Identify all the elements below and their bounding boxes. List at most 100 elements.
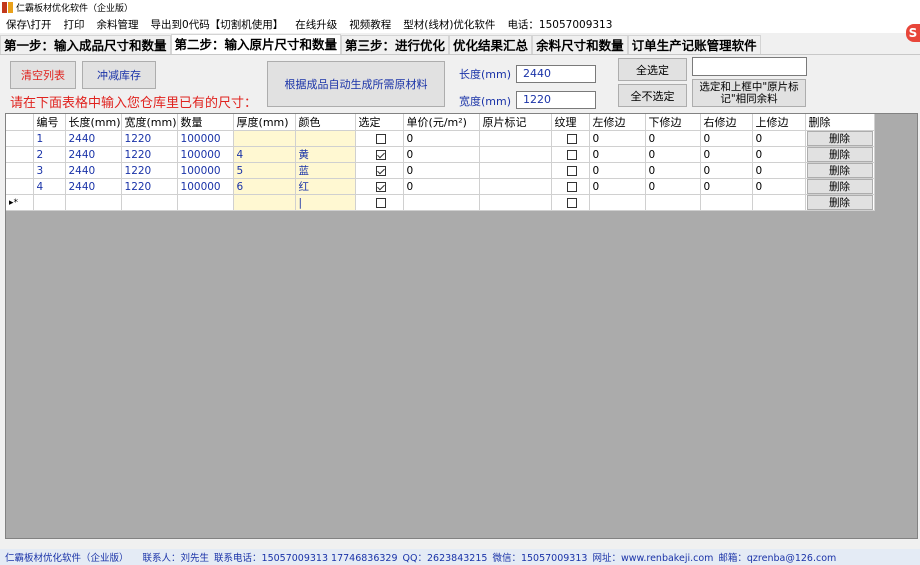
select-all-button[interactable]: 全选定 bbox=[618, 58, 687, 81]
clear-list-button[interactable]: 清空列表 bbox=[10, 61, 76, 89]
width-input[interactable]: 1220 bbox=[516, 91, 596, 109]
cell-price[interactable]: 0 bbox=[403, 178, 480, 195]
row-header[interactable] bbox=[6, 146, 34, 163]
mark-input[interactable] bbox=[692, 57, 807, 76]
row-header[interactable] bbox=[6, 162, 34, 179]
cell-color[interactable]: 红 bbox=[295, 178, 356, 195]
cell-thickness[interactable]: 5 bbox=[233, 162, 296, 179]
cell-price[interactable]: 0 bbox=[403, 130, 480, 147]
tab-leftover[interactable]: 余料尺寸和数量 bbox=[532, 35, 628, 54]
reduce-stock-button[interactable]: 冲减库存 bbox=[82, 61, 156, 89]
cell-bottom-trim[interactable] bbox=[645, 194, 701, 211]
col-header-qty[interactable]: 数量 bbox=[177, 114, 234, 131]
cell-color[interactable]: 黄 bbox=[295, 146, 356, 163]
cell-qty[interactable]: 100000 bbox=[177, 178, 234, 195]
cell-top-trim[interactable]: 0 bbox=[752, 178, 806, 195]
cell-id[interactable] bbox=[33, 194, 66, 211]
col-header-grain[interactable]: 纹理 bbox=[551, 114, 590, 131]
cell-left-trim[interactable]: 0 bbox=[589, 146, 646, 163]
cell-bottom-trim[interactable]: 0 bbox=[645, 146, 701, 163]
col-header-selected[interactable]: 选定 bbox=[355, 114, 404, 131]
status-website[interactable]: 网址：www.renbakeji.com bbox=[592, 550, 713, 564]
col-header-thickness[interactable]: 厚度(mm) bbox=[233, 114, 296, 131]
cell-bottom-trim[interactable]: 0 bbox=[645, 162, 701, 179]
cell-mark[interactable] bbox=[479, 178, 552, 195]
col-header-id[interactable]: 编号 bbox=[33, 114, 66, 131]
cell-selected[interactable] bbox=[355, 162, 404, 179]
grain-checkbox[interactable] bbox=[566, 181, 577, 192]
menu-leftover[interactable]: 余料管理 bbox=[91, 17, 145, 32]
cell-mark[interactable] bbox=[479, 130, 552, 147]
selected-checkbox[interactable] bbox=[375, 197, 386, 208]
length-input[interactable]: 2440 bbox=[516, 65, 596, 83]
col-header-top-trim[interactable]: 上修边 bbox=[752, 114, 806, 131]
cell-id[interactable]: 1 bbox=[33, 130, 66, 147]
cell-selected[interactable] bbox=[355, 130, 404, 147]
cell-left-trim[interactable] bbox=[589, 194, 646, 211]
grain-checkbox[interactable] bbox=[566, 149, 577, 160]
cell-grain[interactable] bbox=[551, 130, 590, 147]
delete-row-button[interactable]: 删除 bbox=[806, 131, 873, 146]
cell-top-trim[interactable]: 0 bbox=[752, 146, 806, 163]
cell-length[interactable] bbox=[65, 194, 122, 211]
col-header-right-trim[interactable]: 右修边 bbox=[700, 114, 753, 131]
cell-grain[interactable] bbox=[551, 194, 590, 211]
grain-checkbox[interactable] bbox=[566, 133, 577, 144]
menu-video[interactable]: 视频教程 bbox=[343, 17, 397, 32]
cell-qty[interactable]: 100000 bbox=[177, 146, 234, 163]
row-header[interactable] bbox=[6, 178, 34, 195]
col-header-bottom-trim[interactable]: 下修边 bbox=[645, 114, 701, 131]
cell-width[interactable] bbox=[121, 194, 178, 211]
tab-step1[interactable]: 第一步：输入成品尺寸和数量 bbox=[0, 35, 171, 54]
cell-right-trim[interactable]: 0 bbox=[700, 162, 753, 179]
tab-summary[interactable]: 优化结果汇总 bbox=[449, 35, 533, 54]
cell-left-trim[interactable]: 0 bbox=[589, 162, 646, 179]
tab-step2[interactable]: 第二步：输入原片尺寸和数量 bbox=[170, 34, 342, 54]
cell-grain[interactable] bbox=[551, 146, 590, 163]
cell-thickness[interactable] bbox=[233, 194, 296, 211]
cell-left-trim[interactable]: 0 bbox=[589, 130, 646, 147]
delete-row-button[interactable]: 删除 bbox=[806, 195, 873, 210]
cell-qty[interactable]: 100000 bbox=[177, 130, 234, 147]
cell-selected[interactable] bbox=[355, 194, 404, 211]
tab-orders[interactable]: 订单生产记账管理软件 bbox=[627, 35, 761, 54]
col-header-color[interactable]: 颜色 bbox=[295, 114, 356, 131]
new-row-marker[interactable]: ▸* bbox=[6, 194, 34, 211]
col-header-left-trim[interactable]: 左修边 bbox=[589, 114, 646, 131]
col-header-mark[interactable]: 原片标记 bbox=[479, 114, 552, 131]
row-header[interactable] bbox=[6, 130, 34, 147]
col-header-price[interactable]: 单价(元/m²) bbox=[403, 114, 480, 131]
menu-export[interactable]: 导出到0代码【切割机使用】 bbox=[145, 17, 290, 32]
cell-right-trim[interactable] bbox=[700, 194, 753, 211]
cell-mark[interactable] bbox=[479, 162, 552, 179]
menu-profile-software[interactable]: 型材(线材)优化软件 bbox=[397, 17, 501, 32]
selected-checkbox[interactable] bbox=[375, 181, 386, 192]
cell-left-trim[interactable]: 0 bbox=[589, 178, 646, 195]
delete-row-button[interactable]: 删除 bbox=[806, 163, 873, 178]
cell-bottom-trim[interactable]: 0 bbox=[645, 130, 701, 147]
selected-checkbox[interactable] bbox=[375, 133, 386, 144]
cell-mark[interactable] bbox=[479, 194, 552, 211]
cell-top-trim[interactable] bbox=[752, 194, 806, 211]
selected-checkbox[interactable] bbox=[375, 149, 386, 160]
deselect-all-button[interactable]: 全不选定 bbox=[618, 84, 687, 107]
menu-save-open[interactable]: 保存\打开 bbox=[0, 17, 58, 32]
cell-grain[interactable] bbox=[551, 178, 590, 195]
cell-bottom-trim[interactable]: 0 bbox=[645, 178, 701, 195]
cell-width[interactable]: 1220 bbox=[121, 178, 178, 195]
cell-price[interactable]: 0 bbox=[403, 146, 480, 163]
cell-right-trim[interactable]: 0 bbox=[700, 146, 753, 163]
cell-width[interactable]: 1220 bbox=[121, 130, 178, 147]
cell-thickness[interactable]: 6 bbox=[233, 178, 296, 195]
cell-qty[interactable]: 100000 bbox=[177, 162, 234, 179]
col-header-width[interactable]: 宽度(mm) bbox=[121, 114, 178, 131]
cell-top-trim[interactable]: 0 bbox=[752, 130, 806, 147]
cell-qty[interactable] bbox=[177, 194, 234, 211]
cell-grain[interactable] bbox=[551, 162, 590, 179]
cell-mark[interactable] bbox=[479, 146, 552, 163]
col-header-length[interactable]: 长度(mm) bbox=[65, 114, 122, 131]
cell-price[interactable]: 0 bbox=[403, 162, 480, 179]
cell-price[interactable] bbox=[403, 194, 480, 211]
cell-width[interactable]: 1220 bbox=[121, 146, 178, 163]
cell-selected[interactable] bbox=[355, 146, 404, 163]
